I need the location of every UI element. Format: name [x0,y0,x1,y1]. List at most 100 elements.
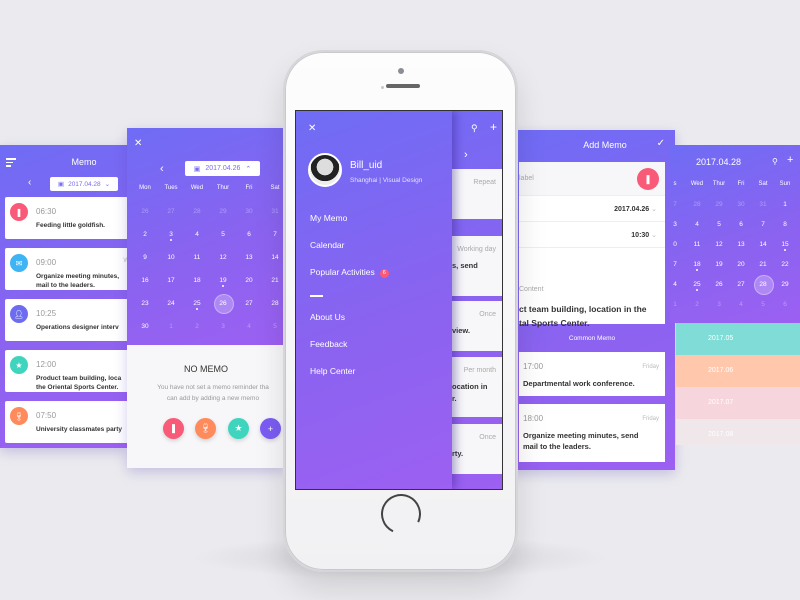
time-row[interactable]: 10:30 [519,222,665,248]
memo-list-item[interactable]: ✉ 09:00 W Organize meeting minutes, mail to … [5,248,128,290]
calendar-day[interactable]: 30 [132,323,158,330]
calendar-day[interactable]: 6 [236,231,262,238]
calendar-day[interactable]: 1 [158,323,184,330]
calendar-day[interactable]: 18 [184,277,210,284]
menu-item-feedback[interactable]: Feedback [310,339,347,349]
calendar-day[interactable]: 8 [772,221,798,228]
plus-icon[interactable]: + [787,154,793,166]
memo-card[interactable]: Repeat [452,169,502,219]
prev-day-chevron-icon[interactable]: ‹ [28,177,31,188]
calendar-day[interactable]: 5 [210,231,236,238]
day-number: 10 [167,254,175,261]
memo-list-item[interactable]: 👤︎ 10:25 Operations designer interv [5,299,128,341]
close-icon[interactable]: ✕ [308,123,316,134]
calendar-day[interactable]: 19 [210,277,236,287]
memo-text: Operations designer interv [36,323,119,332]
day-number: 5 [221,231,225,238]
calendar-day[interactable]: 29 [210,208,236,215]
bookmark-icon[interactable]: ❚ [637,168,659,190]
calendar-day[interactable]: 27 [236,300,262,307]
calendar-day[interactable]: 9 [132,254,158,261]
common-memo-item[interactable]: 18:00 Friday Organize meeting minutes, sen… [519,404,665,462]
content-textarea[interactable]: ct team building, location in the tal Sp… [519,302,647,330]
calendar-day[interactable]: 29 [772,281,798,288]
calendar-day[interactable]: 1 [772,201,798,208]
calendar-day[interactable]: 2 [132,231,158,238]
common-memo-item[interactable]: 17:00 Friday Departmental work conference. [519,352,665,396]
memo-card[interactable]: Once view. [452,301,502,351]
memo-card[interactable]: Per month ocation in r. [452,357,502,417]
add-memo-button[interactable]: + [260,418,281,439]
confirm-check-icon[interactable]: ✓ [657,138,665,149]
day-number: 8 [783,221,787,228]
calendar-day[interactable]: 28 [184,208,210,215]
calendar-day[interactable]: 4 [236,323,262,330]
calendar-day[interactable]: 3 [210,323,236,330]
calendar-day[interactable]: 4 [184,231,210,238]
calendar-day[interactable]: 2 [184,323,210,330]
memo-list-item[interactable]: ★ 12:00 Product team building, loca the Ori… [5,350,128,392]
calendar-day[interactable]: 26 [132,208,158,215]
empty-line-1: You have not set a memo reminder tha [157,384,269,391]
calendar-day[interactable]: 23 [132,300,158,307]
date-picker[interactable]: ▣ 2017.04.26 ⌃ [185,161,260,176]
memo-card[interactable]: Working day s, send [452,236,502,296]
calendar-day[interactable]: 31 [262,208,285,215]
day-number: 15 [781,241,789,248]
search-icon[interactable]: ⚲ [772,157,778,166]
calendar-day[interactable]: 3 [158,231,184,241]
menu-item-about-us[interactable]: About Us [310,312,345,322]
calendar-day[interactable]: 12 [210,254,236,261]
add-bookmark-memo-button[interactable]: ❚ [163,418,184,439]
month-row[interactable]: 2017.08 [676,419,800,445]
calendar-day[interactable]: 17 [158,277,184,284]
memo-list-item[interactable]: ❚ 06:30 Feeding little goldfish. [5,197,128,239]
calendar-day[interactable]: 15 [772,241,798,251]
day-number: 5 [273,323,277,330]
calendar-day[interactable]: 30 [236,208,262,215]
calendar-day[interactable]: 21 [262,277,285,284]
month-row[interactable]: 2017.07 [676,387,800,420]
calendar-day[interactable]: 22 [772,261,798,268]
menu-item-help-center[interactable]: Help Center [310,366,355,376]
memo-card[interactable]: Once rty. [452,424,502,474]
label-row[interactable]: label ❚ [519,162,665,196]
calendar-day[interactable]: 10 [158,254,184,261]
close-icon[interactable]: ✕ [134,138,142,149]
search-icon[interactable]: ⚲ [471,123,478,134]
calendar-day[interactable]: 6 [772,301,798,308]
calendar-day[interactable]: 11 [184,254,210,261]
menu-item-popular-activities[interactable]: Popular Activities 6 [310,267,389,278]
day-number: 1 [673,301,677,308]
add-star-memo-button[interactable]: ★ [228,418,249,439]
add-party-memo-button[interactable]: 🍷︎ [195,418,216,439]
calendar-day[interactable]: 20 [236,277,262,284]
memo-dot [222,285,224,287]
calendar-day[interactable]: 28 [262,300,285,307]
calendar-day[interactable]: 24 [158,300,184,307]
calendar-day[interactable]: 7 [262,231,285,238]
calendar-day[interactable]: 14 [262,254,285,261]
memo-list-item[interactable]: 🍷︎ 07:50 University classmates party [5,401,128,443]
day-number: 4 [695,221,699,228]
date-picker[interactable]: ▣ 2017.04.28 ⌄ [50,177,118,191]
avatar[interactable] [308,153,342,187]
plus-icon[interactable]: + [490,120,497,134]
month-row[interactable]: 2017.05 [676,323,800,356]
calendar-day[interactable]: 16 [132,277,158,284]
calendar-day[interactable]: 27 [158,208,184,215]
date-row[interactable]: 2017.04.26 [519,196,665,222]
next-chevron-icon[interactable]: › [464,149,468,161]
memo-text-line: Feeding little goldfish. [36,222,105,229]
home-button[interactable] [375,488,427,540]
calendar-day[interactable]: 5 [262,323,285,330]
calendar-day[interactable]: 26 [210,293,236,314]
calendar-day[interactable]: 13 [236,254,262,261]
prev-month-chevron-icon[interactable]: ‹ [160,163,164,175]
menu-item-calendar[interactable]: Calendar [310,240,345,250]
calendar-panel: ✕ ‹ ▣ 2017.04.26 ⌃ Mon Tues Wed Thur Fri Sat 2… [127,128,285,345]
calendar-day[interactable]: 25 [184,300,210,310]
memo-text-line: Departmental work conference. [523,379,635,388]
menu-item-my-memo[interactable]: My Memo [310,213,347,223]
month-row[interactable]: 2017.06 [676,355,800,388]
